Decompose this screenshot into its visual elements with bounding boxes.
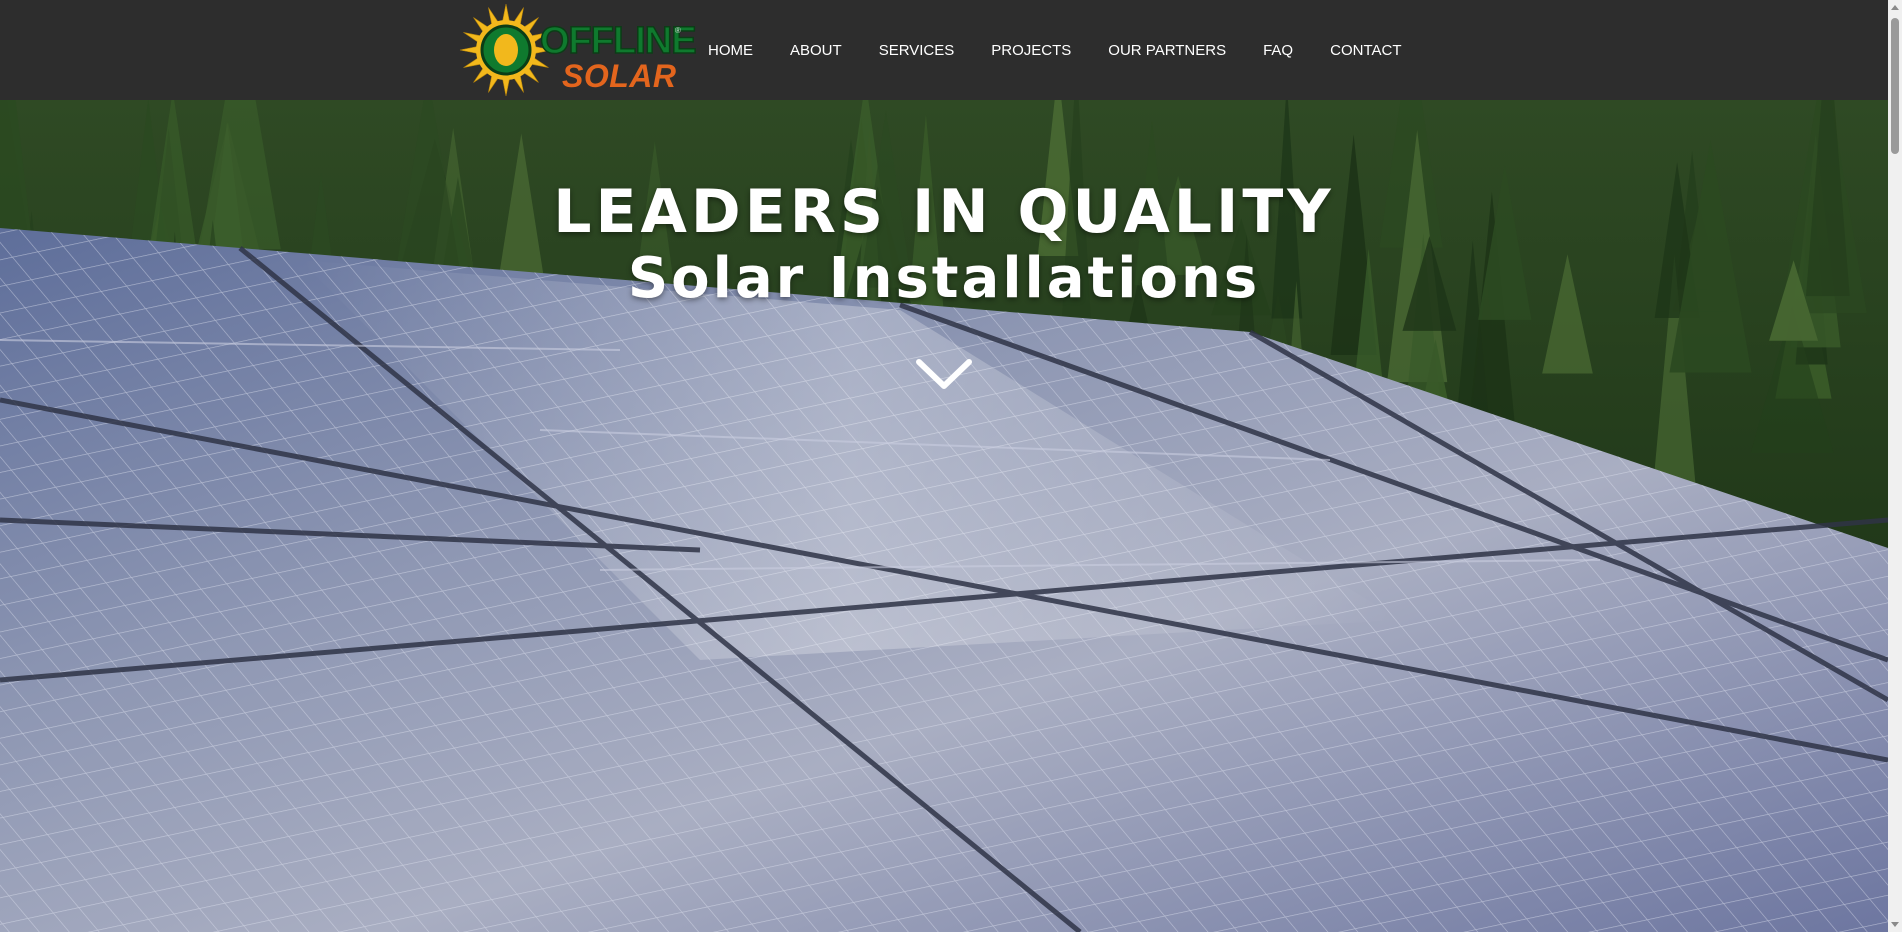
nav-about[interactable]: ABOUT [790, 42, 842, 59]
nav-contact[interactable]: CONTACT [1330, 42, 1401, 59]
hero-headline-line2: Solar Installations [627, 246, 1261, 311]
scroll-up-arrow-icon[interactable] [1891, 5, 1899, 10]
hero-headline-line1: LEADERS IN QUALITY [553, 177, 1335, 247]
hero-section: LEADERS IN QUALITY Solar Installations [0, 100, 1888, 932]
nav-home[interactable]: HOME [708, 42, 753, 59]
logo-text-solar: SOLAR [562, 58, 677, 94]
scrollbar-thumb[interactable] [1891, 18, 1899, 154]
offline-solar-logo[interactable]: OFFLINE ® SOLAR [458, 2, 697, 98]
nav-our-partners[interactable]: OUR PARTNERS [1108, 42, 1226, 59]
page: OFFLINE ® SOLAR HOME ABOUT SERVICES PROJ… [0, 0, 1902, 932]
hero-headline: LEADERS IN QUALITY Solar Installations [0, 178, 1888, 312]
chevron-down-icon[interactable] [914, 354, 974, 394]
page-scrollbar[interactable] [1888, 0, 1902, 932]
site-header: OFFLINE ® SOLAR HOME ABOUT SERVICES PROJ… [0, 0, 1888, 100]
main-nav: HOME ABOUT SERVICES PROJECTS OUR PARTNER… [690, 0, 1439, 100]
nav-projects[interactable]: PROJECTS [991, 42, 1071, 59]
nav-services[interactable]: SERVICES [879, 42, 955, 59]
logo-trademark: ® [675, 26, 681, 35]
nav-faq[interactable]: FAQ [1263, 42, 1293, 59]
scroll-down-arrow-icon[interactable] [1891, 922, 1899, 927]
logo-text-offline: OFFLINE [539, 20, 697, 62]
